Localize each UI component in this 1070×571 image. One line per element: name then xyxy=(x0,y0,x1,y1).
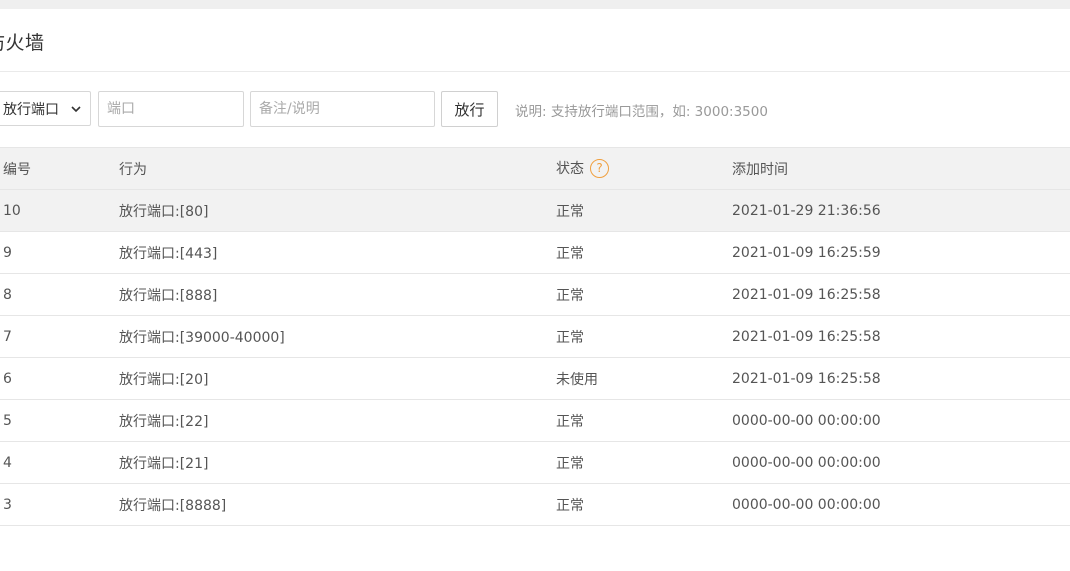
cell-status: 正常 xyxy=(556,399,732,442)
table-row[interactable]: 6 放行端口:[20] 未使用 2021-01-09 16:25:58 xyxy=(0,357,1070,400)
cell-id: 9 xyxy=(0,231,119,274)
table-row[interactable]: 9 放行端口:[443] 正常 2021-01-09 16:25:59 xyxy=(0,231,1070,274)
cell-added-time: 2021-01-29 21:36:56 xyxy=(732,189,1070,232)
cell-status: 未使用 xyxy=(556,357,732,400)
toolbar: 放行端口 放行 说明: 支持放行端口范围，如: 3000:3500 xyxy=(0,91,1070,129)
cell-id: 3 xyxy=(0,483,119,526)
cell-added-time: 0000-00-00 00:00:00 xyxy=(732,483,1070,526)
cell-status: 正常 xyxy=(556,483,732,526)
allow-button[interactable]: 放行 xyxy=(441,91,498,127)
table-row[interactable]: 4 放行端口:[21] 正常 0000-00-00 00:00:00 xyxy=(0,441,1070,484)
page-title: 防火墙 xyxy=(0,32,45,54)
column-header-id: 编号 xyxy=(0,147,119,190)
cell-id: 10 xyxy=(0,189,119,232)
cell-added-time: 0000-00-00 00:00:00 xyxy=(732,399,1070,442)
cell-action: 放行端口:[22] xyxy=(119,399,556,442)
cell-action: 放行端口:[443] xyxy=(119,231,556,274)
cell-status: 正常 xyxy=(556,189,732,232)
table-row[interactable]: 10 放行端口:[80] 正常 2021-01-29 21:36:56 xyxy=(0,189,1070,232)
cell-action: 放行端口:[21] xyxy=(119,441,556,484)
table-row[interactable]: 8 放行端口:[888] 正常 2021-01-09 16:25:58 xyxy=(0,273,1070,316)
table-header-row: 编号 行为 状态? 添加时间 xyxy=(0,147,1070,190)
cell-status: 正常 xyxy=(556,315,732,358)
rule-type-select[interactable]: 放行端口 xyxy=(0,91,91,126)
table-row[interactable]: 5 放行端口:[22] 正常 0000-00-00 00:00:00 xyxy=(0,399,1070,442)
port-input[interactable] xyxy=(98,91,244,127)
cell-id: 6 xyxy=(0,357,119,400)
column-header-status: 状态? xyxy=(556,147,732,190)
rule-type-selected-label: 放行端口 xyxy=(3,101,59,118)
cell-added-time: 2021-01-09 16:25:58 xyxy=(732,357,1070,400)
cell-added-time: 2021-01-09 16:25:58 xyxy=(732,273,1070,316)
cell-id: 8 xyxy=(0,273,119,316)
help-icon[interactable]: ? xyxy=(590,158,609,178)
chevron-down-icon xyxy=(71,106,81,113)
cell-status: 正常 xyxy=(556,441,732,484)
table-row[interactable]: 3 放行端口:[8888] 正常 0000-00-00 00:00:00 xyxy=(0,483,1070,526)
top-strip xyxy=(0,0,1070,9)
cell-action: 放行端口:[20] xyxy=(119,357,556,400)
cell-id: 7 xyxy=(0,315,119,358)
cell-added-time: 0000-00-00 00:00:00 xyxy=(732,441,1070,484)
hint-text: 说明: 支持放行端口范围，如: 3000:3500 xyxy=(515,104,768,120)
cell-action: 放行端口:[39000-40000] xyxy=(119,315,556,358)
cell-added-time: 2021-01-09 16:25:59 xyxy=(732,231,1070,274)
column-header-added-time: 添加时间 xyxy=(732,147,1070,190)
table-row[interactable]: 7 放行端口:[39000-40000] 正常 2021-01-09 16:25… xyxy=(0,315,1070,358)
cell-id: 4 xyxy=(0,441,119,484)
column-header-status-label: 状态 xyxy=(556,161,584,178)
cell-status: 正常 xyxy=(556,231,732,274)
cell-added-time: 2021-01-09 16:25:58 xyxy=(732,315,1070,358)
cell-action: 放行端口:[888] xyxy=(119,273,556,316)
column-header-action: 行为 xyxy=(119,147,556,190)
cell-action: 放行端口:[8888] xyxy=(119,483,556,526)
firewall-panel: 防火墙 放行端口 放行 说明: 支持放行端口范围，如: 3000:3500 编号… xyxy=(0,9,1070,571)
cell-action: 放行端口:[80] xyxy=(119,189,556,232)
cell-id: 5 xyxy=(0,399,119,442)
note-input[interactable] xyxy=(250,91,435,127)
firewall-rules-table: 编号 行为 状态? 添加时间 10 放行端口:[80] 正常 2021-01-2… xyxy=(0,147,1070,526)
cell-status: 正常 xyxy=(556,273,732,316)
title-divider xyxy=(0,71,1070,72)
